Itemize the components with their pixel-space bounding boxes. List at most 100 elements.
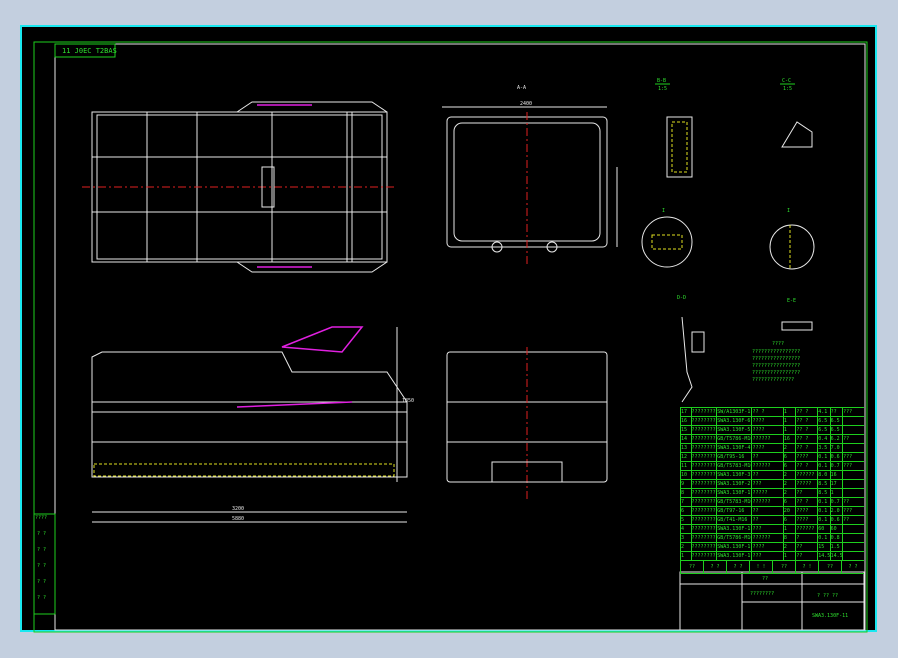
parts-table-cell: ???????? [690,534,716,542]
revision-side-block: ???? ? ? ? ? ? ? ? ? ? ? [33,513,56,615]
parts-table-cell: 0.8 [829,534,842,542]
parts-table-cell: SWA3.130F-6 [716,417,751,425]
parts-table-cell: 14.5 [817,552,830,560]
parts-table-header-cell: ? ! [795,561,818,573]
side-block-cell: ? ? [37,595,46,601]
parts-table-cell: 6 [782,462,795,470]
parts-table-row: 1???????? SWA3.130F-1??? 1?? 14.5 14.5 [680,551,864,560]
parts-table-cell: ???????? [690,453,716,461]
parts-table-cell: 17 [680,408,691,416]
parts-table-row: 7???????? GB/T5783-M16?????? 6?? ? 0.1 0.7?? [680,497,864,506]
parts-table-cell: ???????? [690,516,716,524]
section-label-b-b: B-B [657,78,666,84]
parts-table-cell: ???????? [690,489,716,497]
parts-table-cell: 2.0 [829,507,842,515]
parts-table-cell: ?? [751,507,782,515]
parts-table-cell: ?? [842,435,864,443]
parts-table-cell: ?? ? [795,408,817,416]
parts-table-cell: ?? [795,489,817,497]
parts-table-cell: ?? [795,543,817,551]
parts-table-cell: 2 [782,489,795,497]
section-label-i: I [662,208,665,214]
parts-table-cell: ???????? [690,471,716,479]
parts-table-cell: ???? [751,417,782,425]
parts-table-cell: 8 [680,489,691,497]
parts-table-cell: 7.0 [829,444,842,452]
parts-table-cell: 0.1 [817,498,829,506]
note-line: ?????????????? [752,377,794,383]
parts-table-cell: ?????? [795,471,817,479]
parts-table-row: 11???????? GB/T5783-M10?????? 6?? ? 0.1 0.7?… [680,461,864,470]
parts-table-header-cell: ? ? [703,561,726,573]
parts-table-cell: ????? [751,489,782,497]
parts-table-cell: 3 [680,534,691,542]
parts-table-cell: SWA3.130F-1 [716,489,751,497]
dimension-height: 1850 [402,398,414,404]
parts-table-cell: GB/T5786-M16 [716,534,752,542]
parts-table-cell: 1 [829,489,842,497]
parts-table-cell: ?? [795,552,817,560]
parts-table-header-cell: ?? [818,561,841,573]
parts-table-cell: ???????? [690,480,716,488]
parts-table-cell: ?? ? [795,444,817,452]
parts-table-cell: 1 [782,426,795,434]
parts-table-cell [842,480,864,488]
side-block-cell: ???? [35,515,47,521]
parts-table-cell: ???????? [690,525,716,533]
parts-table-cell: ????? [795,480,817,488]
side-block-cell: ? ? [37,563,46,569]
parts-table-cell [842,471,864,479]
parts-table-row: 4???????? SWA3.130F-1??? 1?????? 60 60 [680,524,864,533]
title-block: ?? ???????? ? ?? ?? SWA3.130F-11 [679,571,865,631]
parts-table-cell: ???? [795,453,817,461]
parts-table-cell [842,552,864,560]
parts-table-cell: ???? [795,507,817,515]
parts-table-cell: ???? [751,444,782,452]
top-view [82,101,397,273]
parts-table-row: 14???????? GB/T5786-M16?????? 16?? ? 0.4 6.2… [680,434,864,443]
parts-table-cell: ?? [842,498,864,506]
section-scale-b-b: 1:5 [658,86,667,92]
parts-table-cell: 0.7 [829,498,842,506]
parts-table-cell: 1 [680,552,691,560]
parts-table-cell: 1.5 [829,543,842,551]
dimension-width: 2400 [520,101,532,107]
parts-table-cell: ?????? [795,525,817,533]
parts-table-cell: 1 [782,552,795,560]
parts-table-cell: ?? ? [795,435,817,443]
parts-list-table: 17???????? SW/A1303F-1?? ? 1?? ? 4.1????? 16… [680,407,864,574]
parts-table-row: 9???????? SWA3.130F-2??? 2????? 8.5 17 [680,479,864,488]
parts-table-cell: SWA3.130F-2 [716,480,751,488]
parts-table-cell: 4 [680,525,691,533]
parts-table-cell: ??? [842,408,864,416]
parts-table-cell: 20 [782,507,795,515]
parts-table-row: 3???????? GB/T5786-M16?????? 8? 0.1 0.8 [680,533,864,542]
drawing-name: ???????? [750,591,774,597]
parts-table-header-cell: ?? [772,561,795,573]
parts-table-cell [842,426,864,434]
parts-table-cell: 1 [782,417,795,425]
parts-table-cell: 1 [782,525,795,533]
parts-table-cell: 0.7 [829,462,842,470]
parts-table-cell: ???????? [690,462,716,470]
parts-table-cell: 14 [680,435,691,443]
parts-table-cell: 8 [782,534,795,542]
material: ? ?? ?? [817,593,838,599]
parts-table-cell: SWA3.130F-1 [716,525,751,533]
cad-drawing-sheet: 11 J0EC T2BAS A-A 2400 B-B 1:5 C-C 1:5 I… [20,25,877,633]
side-block-cell: ? ? [37,547,46,553]
parts-table-cell: 6 [680,507,691,515]
parts-table-cell: ??? [842,453,864,461]
parts-table-cell: ?? [751,516,782,524]
parts-table-cell: ???? [795,516,817,524]
parts-table-cell: 0.4 [817,435,829,443]
parts-table-row: 13???????? SWA3.130F-4???? 2?? ? 3.5 7.0 [680,443,864,452]
dimension-length: 5880 [232,516,244,522]
parts-table-row: 8???????? SWA3.130F-1????? 2?? 8.5 1 [680,488,864,497]
parts-table-cell: SWA3.130F-4 [716,444,751,452]
parts-table-cell: ?? [751,471,782,479]
note-line: ???????????????? [752,356,800,362]
parts-table-cell: 16 [680,417,691,425]
parts-table-header-cell: ? ? [726,561,749,573]
parts-table-cell: ?? ? [795,498,817,506]
